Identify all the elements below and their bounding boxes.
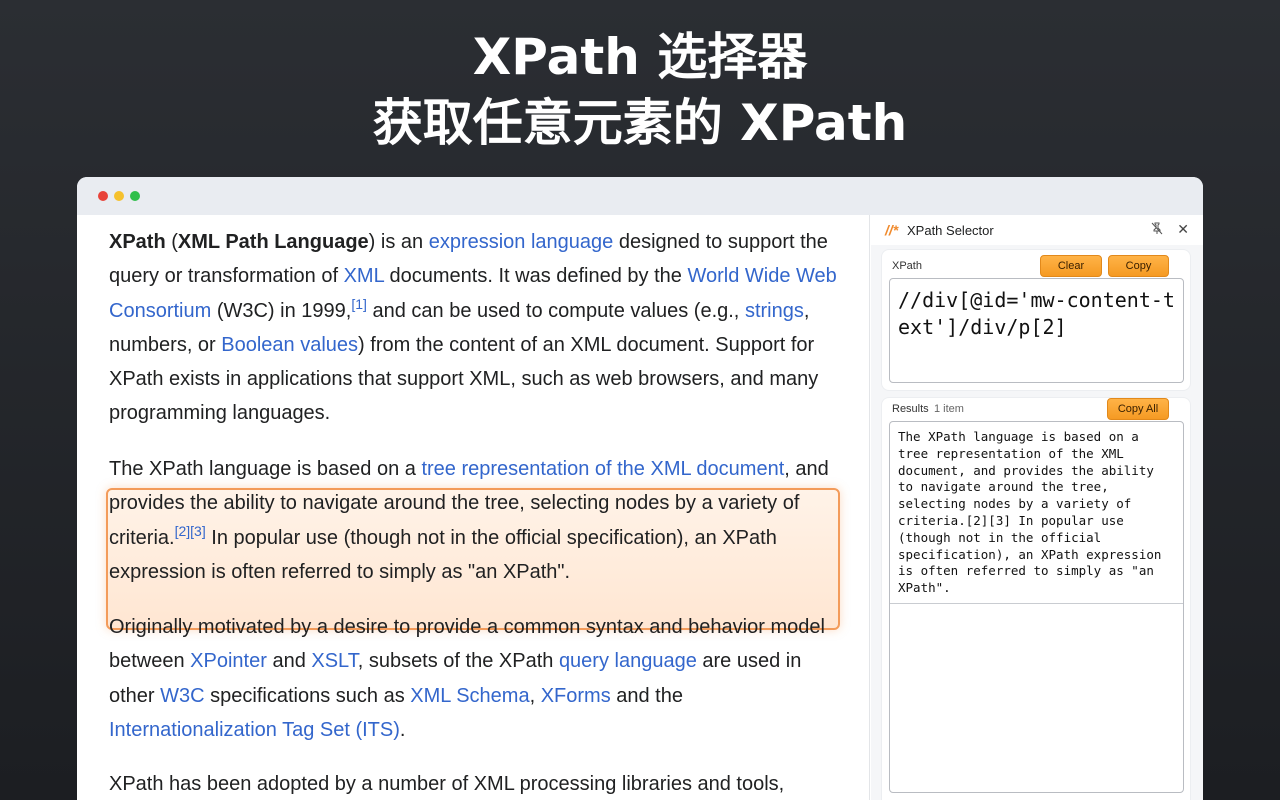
- citation-1[interactable]: [1]: [351, 296, 367, 312]
- text: The XPath language is based on a: [109, 458, 422, 480]
- xpath-label: XPath: [892, 260, 922, 272]
- text: specifications such as: [204, 684, 411, 707]
- citation-2-3[interactable]: [2][3]: [175, 523, 206, 539]
- text: and can be used to compute values (e.g.,: [366, 299, 745, 322]
- text: ) is an: [368, 231, 429, 253]
- link-query-language[interactable]: query language: [559, 650, 697, 672]
- text: (W3C) in 1999,: [211, 299, 352, 322]
- paragraph-1: XPath (XML Path Language) is an expressi…: [109, 225, 844, 431]
- text: and: [266, 650, 312, 673]
- link-xslt[interactable]: XSLT: [311, 650, 357, 672]
- minimize-window-dot[interactable]: [114, 191, 124, 201]
- close-window-dot[interactable]: [98, 191, 108, 201]
- text: , subsets of the XPath: [357, 650, 559, 673]
- clear-button[interactable]: Clear: [1040, 255, 1102, 277]
- text: ,: [529, 684, 541, 707]
- results-card: Results 1 item Copy All The XPath langua…: [881, 397, 1191, 800]
- hero-title-line2: 获取任意元素的 XPath: [372, 94, 908, 152]
- article-content: XPath (XML Path Language) is an expressi…: [77, 215, 870, 800]
- xpath-selector-panel: //* XPath Selector ✕ XPath Clear Copy //…: [871, 215, 1203, 800]
- link-w3c-short[interactable]: W3C: [160, 685, 204, 707]
- text: In popular use (though not in the offici…: [109, 526, 777, 583]
- link-xpointer[interactable]: XPointer: [190, 650, 267, 672]
- link-strings[interactable]: strings: [745, 300, 804, 322]
- term-xml-path-language: XML Path Language: [177, 231, 369, 253]
- hero-heading: XPath 选择器 获取任意元素的 XPath: [0, 24, 1280, 156]
- paragraph-4: XPath has been adopted by a number of XM…: [109, 767, 844, 800]
- pin-off-icon[interactable]: [1151, 222, 1163, 238]
- panel-title: XPath Selector: [907, 222, 994, 238]
- link-boolean-values[interactable]: Boolean values: [221, 334, 358, 356]
- xpath-logo-icon: //*: [885, 222, 899, 238]
- term-xpath: XPath: [109, 231, 166, 253]
- xpath-input[interactable]: //div[@id='mw-content-text']/div/p[2]: [889, 278, 1184, 383]
- link-expression-language[interactable]: expression language: [429, 231, 614, 253]
- text: .: [399, 718, 406, 741]
- browser-window: XPath (XML Path Language) is an expressi…: [77, 177, 1203, 800]
- hero-title-line1: XPath 选择器: [472, 28, 808, 86]
- text: XPath has been adopted by a number of XM…: [109, 773, 785, 795]
- paragraph-3: Originally motivated by a desire to prov…: [109, 610, 844, 747]
- results-count: 1 item: [934, 403, 964, 415]
- window-titlebar: [77, 177, 1203, 215]
- text: and the: [610, 684, 683, 707]
- text: documents. It was defined by the: [383, 265, 688, 288]
- results-list[interactable]: The XPath language is based on a tree re…: [889, 421, 1184, 793]
- maximize-window-dot[interactable]: [130, 191, 140, 201]
- text: (: [165, 231, 178, 253]
- link-xml-schema[interactable]: XML Schema: [410, 685, 529, 707]
- paragraph-2-selected[interactable]: The XPath language is based on a tree re…: [109, 452, 844, 589]
- copy-button[interactable]: Copy: [1108, 255, 1169, 277]
- xpath-card: XPath Clear Copy //div[@id='mw-content-t…: [881, 249, 1191, 391]
- copy-all-button[interactable]: Copy All: [1107, 398, 1169, 420]
- close-icon[interactable]: ✕: [1177, 221, 1189, 238]
- results-label: Results: [892, 403, 929, 415]
- link-xml[interactable]: XML: [344, 265, 384, 287]
- link-its[interactable]: Internationalization Tag Set (ITS): [109, 719, 400, 741]
- link-xforms[interactable]: XForms: [541, 685, 611, 707]
- result-item[interactable]: The XPath language is based on a tree re…: [890, 422, 1183, 604]
- panel-header: //* XPath Selector ✕: [871, 215, 1203, 245]
- link-tree-representation[interactable]: tree representation of the XML document: [421, 458, 784, 480]
